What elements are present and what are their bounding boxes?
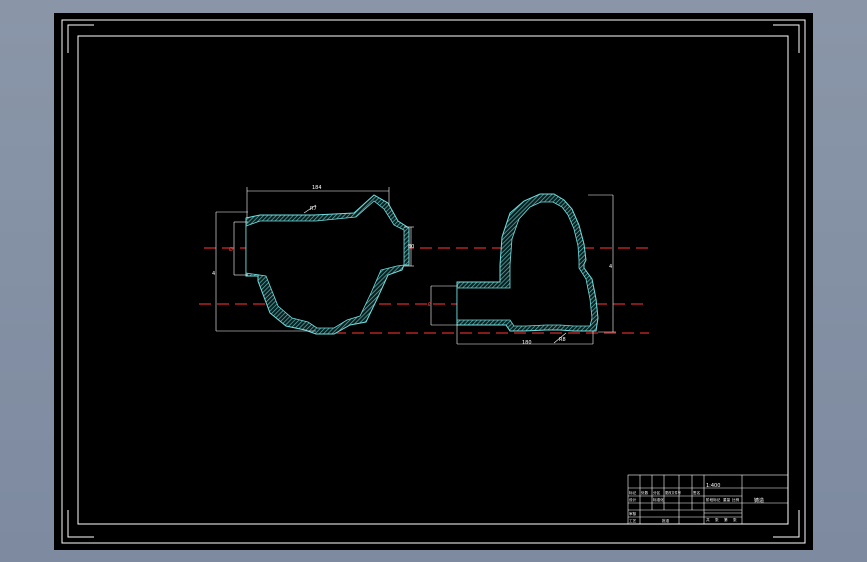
tb-r3-c1: 审核 [629, 511, 637, 516]
tb-r1-c2: 处数 [641, 490, 649, 495]
left-dim-inner: Ø [229, 246, 233, 253]
left-dim-outer: 4 [212, 271, 215, 277]
tb-r2-c5: 比例 [732, 497, 740, 502]
left-dim-right: 80 [408, 244, 414, 250]
tb-r2-c2: 标准化 [653, 497, 664, 502]
right-dim-bottom: 180 [522, 340, 532, 346]
tb-r4-c5: 第 [724, 517, 728, 522]
left-dim-slope: R7 [310, 206, 317, 212]
tb-r4-c1: 工艺 [629, 518, 637, 523]
tb-r2-c3: 阶段标记 [706, 497, 721, 502]
tb-r4-c4: 张 [715, 517, 719, 522]
tb-r4-c6: 张 [733, 517, 737, 522]
tb-r2-c4: 重量 [723, 497, 731, 502]
tb-r4-c2: 批准 [662, 518, 670, 523]
right-dim-left: Ø [428, 301, 432, 308]
tb-r1-c3: 分区 [653, 490, 661, 495]
tb-r4-c3: 共 [706, 517, 710, 522]
title-block-scale: 1:400 [706, 483, 720, 489]
drawing-frame [61, 19, 806, 544]
right-dim-height: 4 [609, 264, 612, 270]
left-part-section[interactable]: 184 R7 80 Ø 4 [212, 185, 414, 335]
right-dim-slope: R8 [559, 337, 566, 343]
left-dim-top: 184 [312, 185, 322, 191]
tb-r1-c5: 签名 [693, 490, 701, 495]
tb-r1-c4: 更改文件号 [665, 490, 681, 495]
cad-viewport[interactable]: 184 R7 80 Ø 4 4 Ø 180 R8 1:400 铸造 标记 处数 … [54, 13, 813, 550]
title-block-material: 铸造 [754, 497, 764, 504]
tb-r2-c1: 设计 [629, 497, 637, 502]
title-block[interactable]: 1:400 铸造 标记 处数 分区 更改文件号 签名 设计 标准化 阶段标记 重… [627, 474, 789, 525]
right-part-section[interactable]: 4 Ø 180 R8 [428, 193, 616, 346]
tb-r1-c1: 标记 [629, 490, 637, 495]
